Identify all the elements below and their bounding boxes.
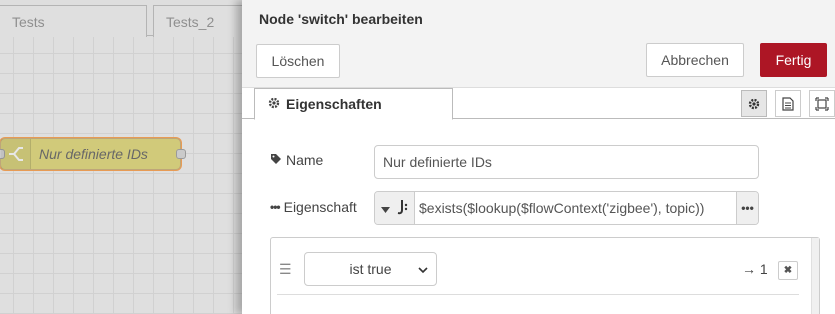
- tab-properties[interactable]: Eigenschaften: [254, 88, 453, 120]
- remove-rule-button[interactable]: ✖: [778, 261, 798, 280]
- frame-icon[interactable]: [809, 90, 835, 117]
- rules-scrollbar[interactable]: [811, 238, 819, 314]
- gear-icon[interactable]: [741, 90, 767, 117]
- rules-list: ☰ ist true → 1 ✖: [270, 237, 820, 314]
- name-label: Name: [270, 152, 323, 168]
- rule-output-number: → 1: [742, 261, 768, 277]
- delete-button[interactable]: Löschen: [256, 44, 340, 78]
- tray-header: Node 'switch' bearbeiten Löschen Abbrech…: [242, 0, 835, 88]
- tag-icon: [270, 152, 282, 168]
- flow-workspace: Tests Tests_2 Nur definierte IDs: [0, 0, 242, 314]
- done-button[interactable]: Fertig: [760, 43, 827, 77]
- property-label-text: Eigenschaft: [283, 199, 357, 215]
- expand-editor-button[interactable]: •••: [736, 192, 758, 224]
- editor-tab-bar: Eigenschaften: [242, 88, 835, 120]
- tab-properties-label: Eigenschaften: [286, 96, 382, 112]
- rule-operator-value: ist true: [349, 261, 392, 277]
- property-label: ••• Eigenschaft: [270, 199, 357, 215]
- name-label-text: Name: [286, 152, 324, 168]
- property-typed-input[interactable]: $exists($lookup($flowContext('zigbee'), …: [374, 191, 759, 225]
- property-expression: $exists($lookup($flowContext('zigbee'), …: [419, 200, 705, 216]
- ellipsis-icon: •••: [270, 200, 281, 214]
- jsonata-icon: [396, 199, 408, 218]
- document-icon[interactable]: [775, 90, 801, 117]
- workspace-overlay: [0, 0, 242, 314]
- rule-divider: [277, 294, 799, 295]
- property-type-select[interactable]: [375, 192, 415, 224]
- caret-down-icon: [381, 200, 390, 216]
- rule-operator-select[interactable]: ist true: [304, 252, 437, 286]
- cancel-button[interactable]: Abbrechen: [646, 43, 744, 77]
- tray-title: Node 'switch' bearbeiten: [259, 11, 423, 27]
- chevron-down-icon: [418, 262, 428, 278]
- name-input[interactable]: Nur definierte IDs: [374, 145, 759, 179]
- edit-tray: Node 'switch' bearbeiten Löschen Abbrech…: [242, 0, 835, 314]
- gear-icon: [268, 96, 280, 112]
- drag-handle-icon[interactable]: ☰: [279, 261, 292, 278]
- close-icon: ✖: [783, 265, 793, 276]
